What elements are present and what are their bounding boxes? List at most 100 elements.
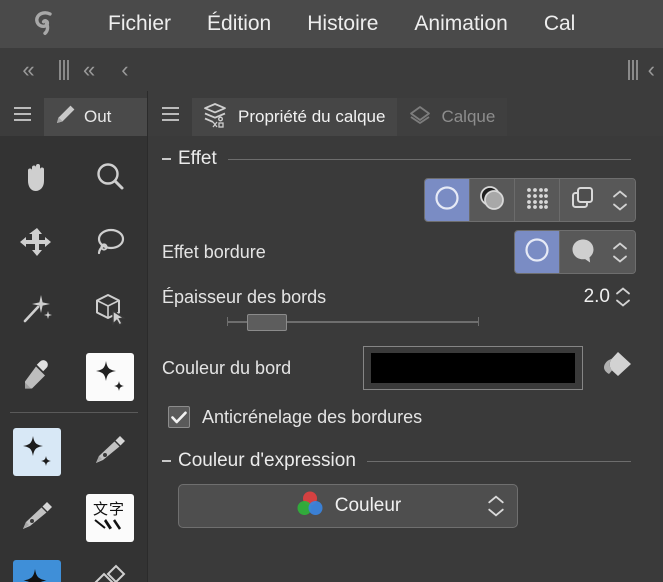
drag-grip-icon[interactable] <box>57 59 71 81</box>
tool-zoom[interactable] <box>77 146 143 212</box>
menu-item-animation[interactable]: Animation <box>396 0 525 48</box>
antialiasing-checkbox[interactable] <box>168 406 190 428</box>
pencil-tool-icon <box>52 102 78 133</box>
chevron-up-icon <box>613 189 627 197</box>
sparkle-icon-light-blue <box>12 428 61 476</box>
border-color-swatch-fill <box>371 353 575 383</box>
menu-item-calque[interactable]: Cal <box>526 0 594 48</box>
lasso-icon <box>92 225 128 266</box>
border-color-row: Couleur du bord <box>162 346 649 390</box>
expression-color-value: Couleur <box>334 495 402 516</box>
group-header-couleur-expression[interactable]: Couleur d'expression <box>162 448 649 474</box>
group-header-effet[interactable]: Effet <box>162 146 649 172</box>
tab-propriete-du-calque[interactable]: Propriété du calque <box>192 98 398 136</box>
half-tone-circle-icon <box>478 184 506 217</box>
antialiasing-row[interactable]: Anticrénelage des bordures <box>162 400 649 434</box>
chevron-left-right-icon[interactable]: ‹ <box>640 48 663 91</box>
drag-grip-right-icon[interactable] <box>626 59 640 81</box>
border-effect-label: Effet bordure <box>162 241 266 262</box>
group-divider <box>227 158 631 160</box>
border-outline-option[interactable] <box>515 231 560 273</box>
rgb-circles-icon <box>295 489 325 524</box>
tool-pen[interactable] <box>77 419 143 485</box>
tool-object[interactable] <box>77 278 143 344</box>
border-thickness-spinner[interactable] <box>615 287 631 307</box>
group-divider-2 <box>366 460 631 462</box>
clip-studio-logo-icon <box>22 4 68 44</box>
expression-color-row: Couleur <box>162 484 649 528</box>
border-effect-segmented-group <box>514 230 636 274</box>
tool-move[interactable] <box>4 212 70 278</box>
tool-fill-pattern[interactable] <box>77 551 143 582</box>
chevron-left-icon[interactable]: ‹ <box>107 48 142 91</box>
tool-text[interactable]: 文 字 <box>77 485 143 551</box>
tool-airbrush[interactable] <box>4 419 70 485</box>
hamburger-menu-icon-property[interactable] <box>148 91 192 136</box>
collapse-minus-icon-2 <box>162 460 171 462</box>
tool-auto-select[interactable] <box>4 278 70 344</box>
layer-color-button[interactable] <box>560 179 605 221</box>
diamond-mesh-icon <box>92 564 128 582</box>
tab-calque[interactable]: Calque <box>397 98 508 136</box>
effect-type-row <box>162 178 649 222</box>
svg-text:文: 文 <box>93 500 108 518</box>
menu-item-edition[interactable]: Édition <box>189 0 289 48</box>
effect-type-spinner[interactable] <box>605 179 635 221</box>
magnifier-icon <box>92 159 128 200</box>
hamburger-menu-icon[interactable] <box>0 91 44 136</box>
svg-text:字: 字 <box>109 500 124 518</box>
chevron-up-icon-2 <box>613 241 627 249</box>
command-bar: « « ‹ ‹ <box>0 48 663 91</box>
tool-hand[interactable] <box>4 146 70 212</box>
paint-bucket-icon[interactable] <box>597 349 635 388</box>
menu-item-histoire[interactable]: Histoire <box>289 0 396 48</box>
layer-icon <box>407 102 433 133</box>
expression-color-spinner[interactable] <box>487 495 505 517</box>
double-chevron-left-icon[interactable]: « <box>22 48 34 91</box>
pen-nib-icon-2 <box>19 498 55 539</box>
slider-thumb[interactable] <box>247 314 288 331</box>
border-thickness-label: Épaisseur des bords <box>162 286 327 307</box>
border-color-label: Couleur du bord <box>162 357 292 378</box>
magic-wand-icon <box>19 291 55 332</box>
filled-blob-icon <box>569 236 597 269</box>
expression-color-dropdown[interactable]: Couleur <box>178 484 518 528</box>
circle-outline-icon <box>433 184 461 217</box>
border-color-swatch[interactable] <box>363 346 583 390</box>
checkmark-icon <box>171 411 187 423</box>
tool-eyedropper[interactable] <box>4 344 70 410</box>
tool-blend[interactable] <box>4 551 70 582</box>
border-effect-button[interactable] <box>425 179 470 221</box>
layer-property-icon <box>202 101 230 134</box>
chevron-up-icon-3 <box>616 287 630 295</box>
eyedropper-icon <box>19 357 55 398</box>
halftone-dots-button[interactable] <box>515 179 560 221</box>
sparkle-icon-blue <box>12 560 61 582</box>
tab-calque-label: Calque <box>441 107 496 126</box>
tool-lasso[interactable] <box>77 212 143 278</box>
tab-propriete-label: Propriété du calque <box>238 107 386 126</box>
tone-effect-button[interactable] <box>470 179 515 221</box>
menu-item-fichier[interactable]: Fichier <box>90 0 189 48</box>
group-title-effet: Effet <box>178 148 217 169</box>
chevron-down-icon <box>613 203 627 211</box>
tool-decoration[interactable] <box>77 344 143 410</box>
tab-outil-label: Out <box>84 107 112 126</box>
group-title-couleur-expression: Couleur d'expression <box>178 450 356 471</box>
antialiasing-label: Anticrénelage des bordures <box>202 406 423 427</box>
tab-outil[interactable]: Out <box>44 98 147 136</box>
main-body: Out 文 字 Propriété du calque Calque Effet… <box>0 91 663 582</box>
chevron-down-icon-2 <box>613 255 627 263</box>
palette-collapse-icon[interactable]: « <box>71 48 107 91</box>
tool-pencil[interactable] <box>4 485 70 551</box>
border-thickness-value[interactable]: 2.0 <box>584 286 610 308</box>
tool-panel: Out 文 字 <box>0 91 148 582</box>
border-thickness-slider[interactable] <box>227 314 479 332</box>
tool-grid: 文 字 <box>0 136 147 582</box>
pen-nib-icon <box>92 432 128 473</box>
border-thickness-row: Épaisseur des bords 2.0 <box>162 280 649 314</box>
layer-property-panel: Propriété du calque Calque Effet Effet b… <box>148 91 663 582</box>
border-filled-option[interactable] <box>560 231 605 273</box>
property-panel-tabbar: Propriété du calque Calque <box>148 91 663 136</box>
border-effect-spinner[interactable] <box>605 231 635 273</box>
